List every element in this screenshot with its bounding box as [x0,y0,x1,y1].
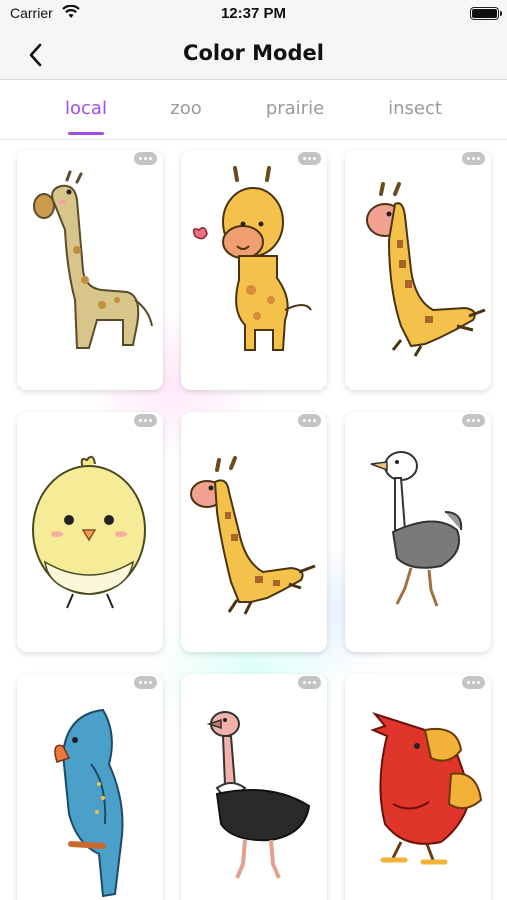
chick-illustration [32,455,146,609]
giraffe-with-butterfly-illustration [192,166,312,351]
model-card-red-bird[interactable] [345,674,491,900]
navigation-bar: Color Model [0,30,507,80]
battery-icon [470,7,502,20]
tab-prairie[interactable]: prairie [240,98,350,119]
more-options-button[interactable] [134,676,157,689]
more-options-button[interactable] [298,414,321,427]
model-card-giraffe-with-butterfly[interactable] [181,150,327,390]
ostrich-illustration [370,451,463,607]
more-options-button[interactable] [462,676,485,689]
model-card-ostrich[interactable] [345,412,491,652]
model-card-leaping-giraffe-2[interactable] [181,412,327,652]
model-grid [0,140,507,900]
tab-zoo[interactable]: zoo [131,98,241,119]
model-card-parrot[interactable] [17,674,163,900]
more-options-button[interactable] [462,414,485,427]
model-card-chick[interactable] [17,412,163,652]
leaping-giraffe-illustration [190,456,316,615]
tab-insect[interactable]: insect [360,98,470,119]
more-options-button[interactable] [298,676,321,689]
category-tabs: local zoo prairie insect [0,80,507,140]
status-time: 12:37 PM [220,5,287,22]
more-options-button[interactable] [462,152,485,165]
parrot-illustration [54,708,124,898]
leaping-giraffe-illustration [366,182,486,357]
model-card-giraffe[interactable] [17,150,163,390]
page-title: Color Model [183,41,324,65]
ostrich-illustration [206,711,311,879]
tab-local[interactable]: local [31,98,141,119]
status-bar: Carrier 12:37 PM [0,0,507,30]
giraffe-illustration [33,170,153,349]
model-card-ostrich-2[interactable] [181,674,327,900]
more-options-button[interactable] [134,414,157,427]
more-options-button[interactable] [298,152,321,165]
model-card-leaping-giraffe[interactable] [345,150,491,390]
more-options-button[interactable] [134,152,157,165]
active-tab-indicator [68,132,104,135]
red-bird-illustration [370,712,483,865]
